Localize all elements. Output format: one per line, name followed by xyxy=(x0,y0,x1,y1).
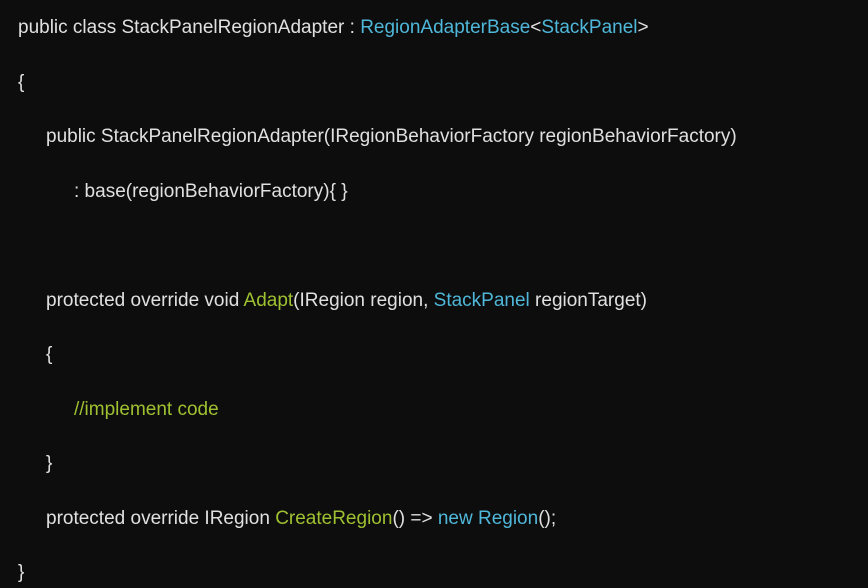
code-token: } xyxy=(18,562,24,583)
code-line-2: { xyxy=(18,69,850,98)
code-line-6: { xyxy=(18,341,850,370)
code-token-type: StackPanel xyxy=(434,290,530,311)
blank-line xyxy=(18,232,850,261)
code-token: (IRegion region, xyxy=(293,290,433,311)
code-token-comment: //implement code xyxy=(74,399,219,420)
code-line-1: public class StackPanelRegionAdapter : R… xyxy=(18,14,850,43)
code-line-8: } xyxy=(18,450,850,479)
code-token: regionTarget) xyxy=(530,290,647,311)
code-token-method: Adapt xyxy=(244,290,294,311)
code-token: < xyxy=(530,17,541,38)
code-token-type: StackPanel xyxy=(541,17,637,38)
code-token: public StackPanelRegionAdapter(IRegionBe… xyxy=(46,126,737,147)
code-token: protected override void xyxy=(46,290,244,311)
code-token: } xyxy=(46,453,52,474)
code-token: () => xyxy=(392,508,437,529)
code-block: public class StackPanelRegionAdapter : R… xyxy=(18,14,850,588)
code-token: (); xyxy=(538,508,556,529)
code-line-5: protected override void Adapt(IRegion re… xyxy=(18,287,850,316)
code-token-type: RegionAdapterBase xyxy=(360,17,530,38)
code-token: protected override IRegion xyxy=(46,508,275,529)
code-line-7: //implement code xyxy=(18,396,850,425)
code-token: public class StackPanelRegionAdapter : xyxy=(18,17,360,38)
code-token: > xyxy=(638,17,649,38)
code-token-keyword: new xyxy=(438,508,473,529)
code-token: { xyxy=(46,344,52,365)
code-token-type: Region xyxy=(478,508,538,529)
code-line-4: : base(regionBehaviorFactory){ } xyxy=(18,178,850,207)
code-line-10: } xyxy=(18,559,850,588)
code-token: : base(regionBehaviorFactory){ } xyxy=(74,181,348,202)
code-token: { xyxy=(18,72,24,93)
code-line-3: public StackPanelRegionAdapter(IRegionBe… xyxy=(18,123,850,152)
code-token-method: CreateRegion xyxy=(275,508,392,529)
code-line-9: protected override IRegion CreateRegion(… xyxy=(18,505,850,534)
